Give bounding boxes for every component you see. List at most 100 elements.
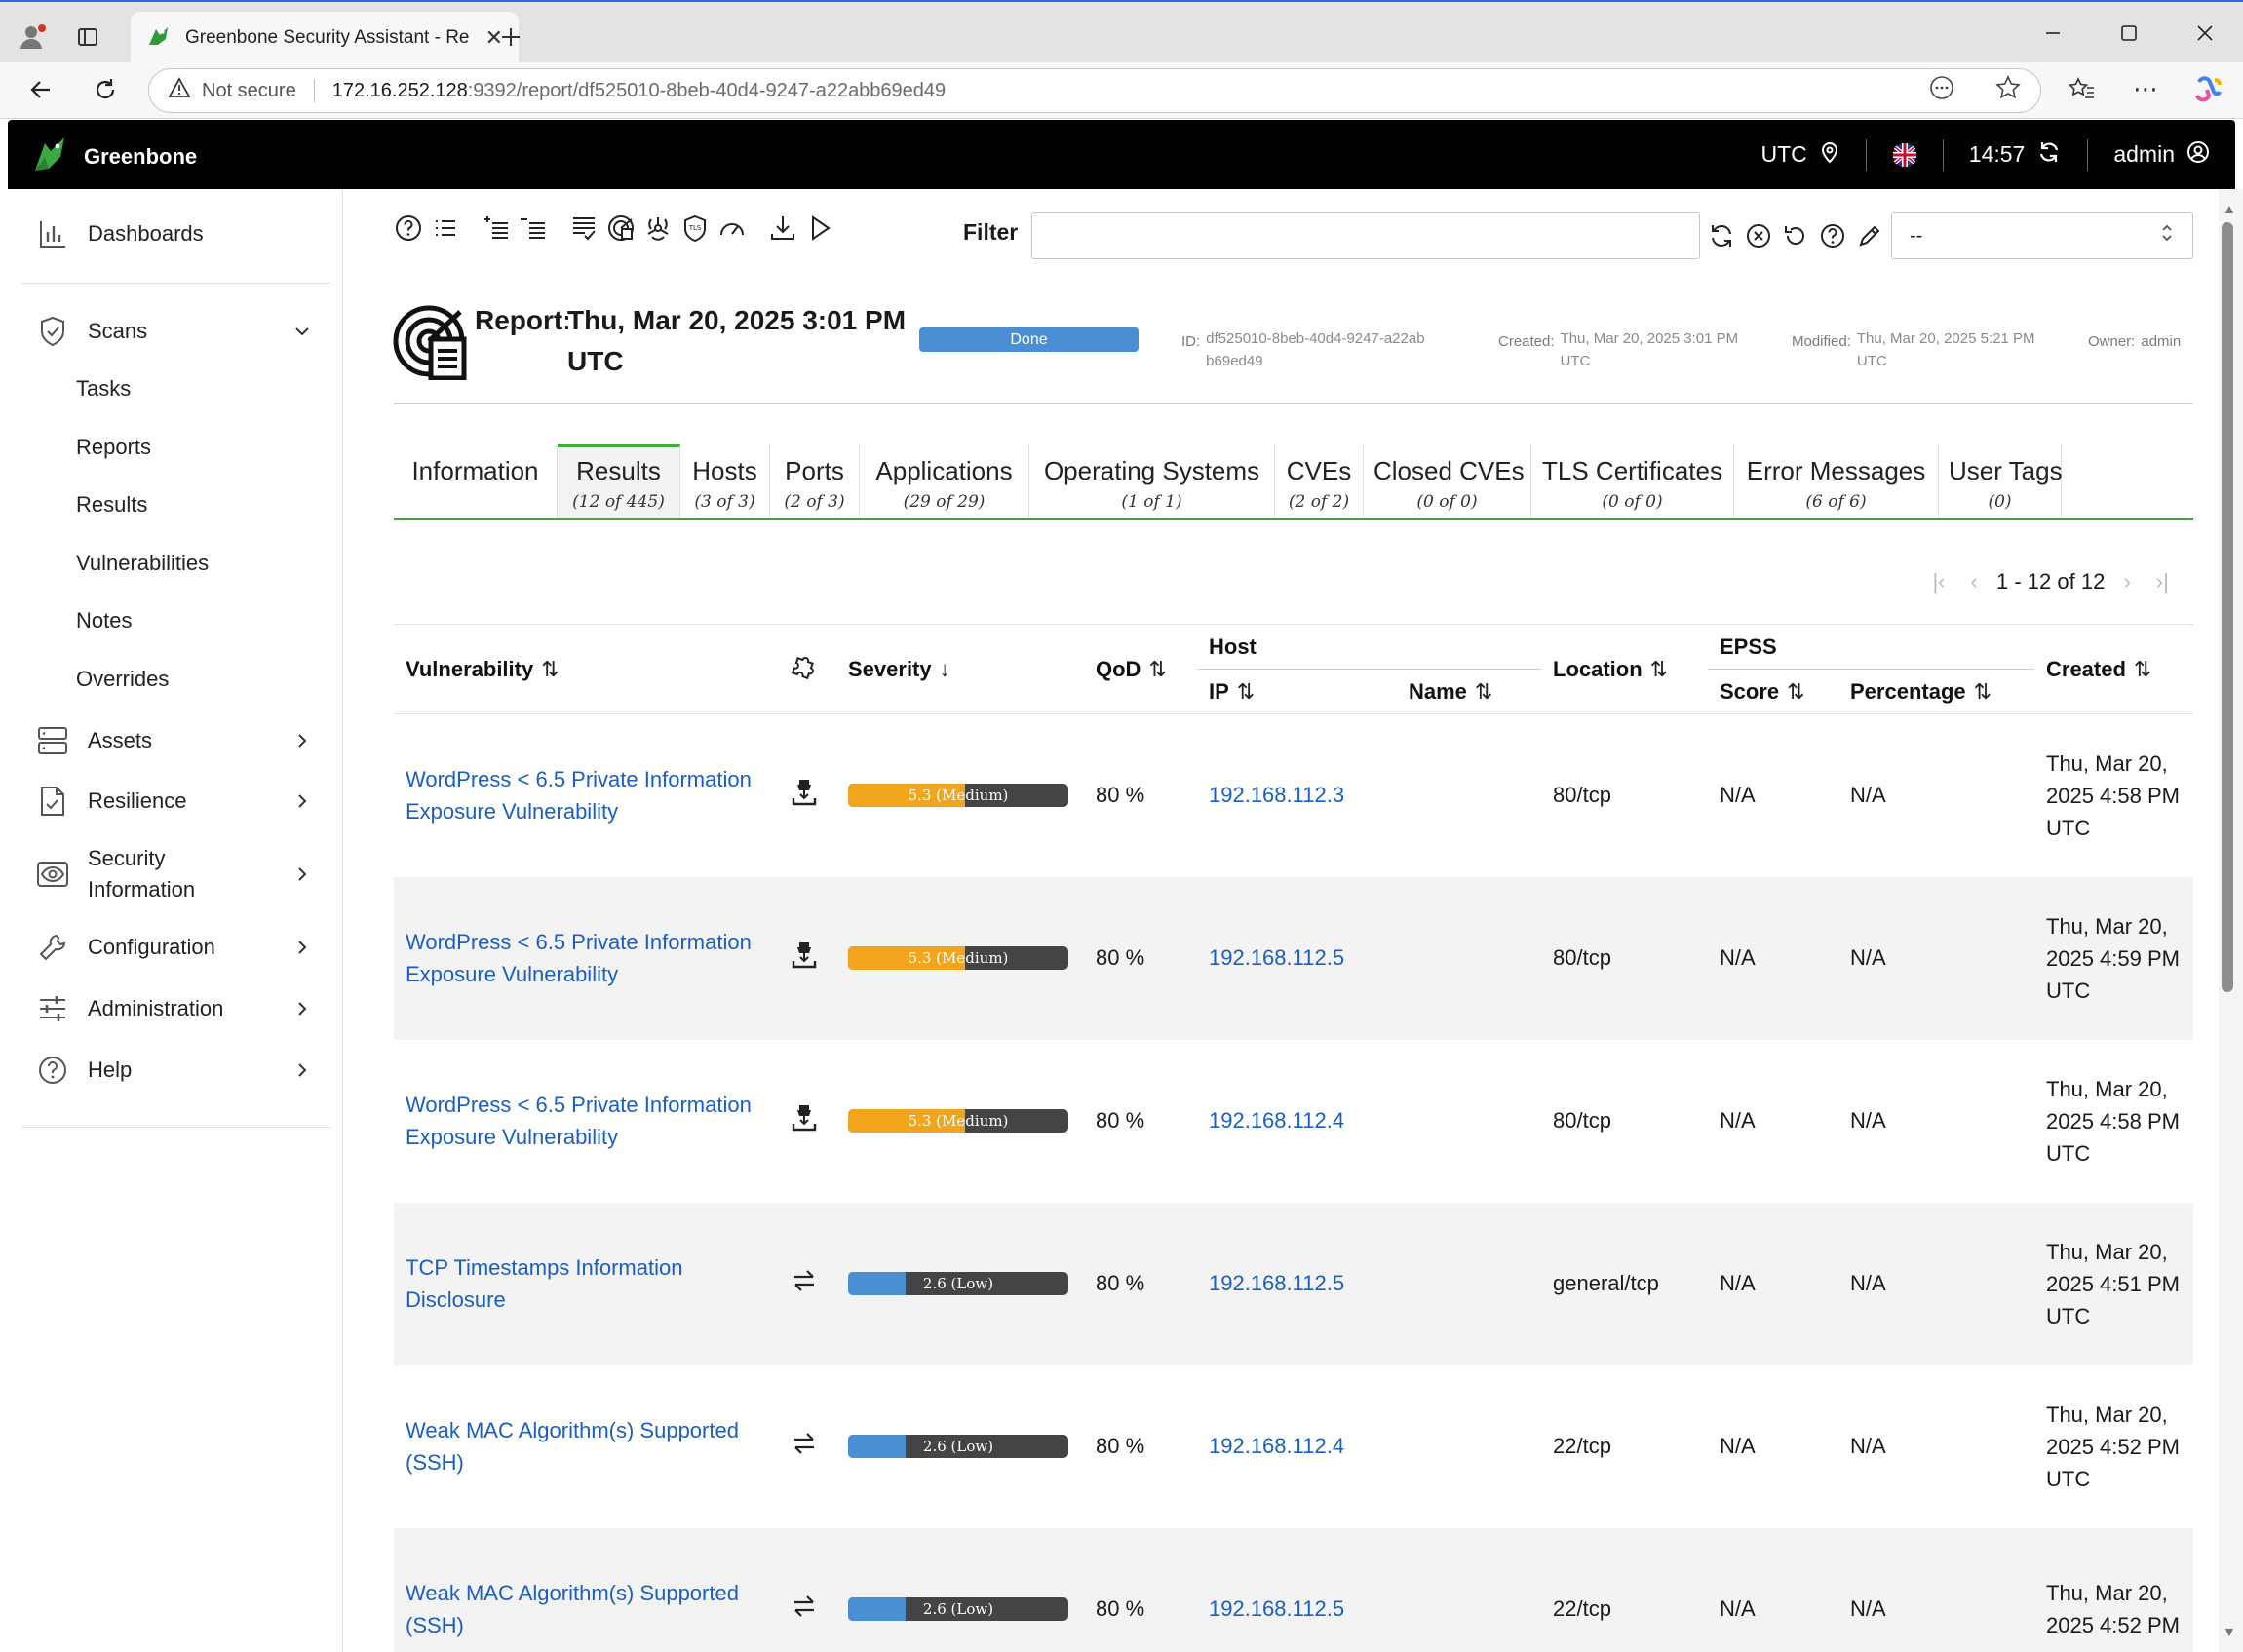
sort-icon[interactable]: ⇅ bbox=[1974, 679, 1992, 704]
previous-page-icon[interactable]: ‹ bbox=[1961, 569, 1987, 595]
filter-select[interactable]: -- bbox=[1891, 212, 2193, 259]
update-filter-icon[interactable] bbox=[1704, 216, 1739, 255]
brand[interactable]: Greenbone bbox=[31, 134, 197, 180]
column-header-solution-type[interactable] bbox=[778, 625, 836, 714]
sidebar-item-results[interactable]: Results bbox=[76, 492, 147, 518]
first-page-icon[interactable]: |‹ bbox=[1926, 569, 1952, 595]
favorites-icon[interactable] bbox=[2068, 76, 2096, 108]
language-flag-icon[interactable] bbox=[1892, 142, 1917, 168]
filter-input[interactable] bbox=[1031, 212, 1700, 259]
tab-information[interactable]: Information bbox=[394, 444, 558, 518]
sort-icon[interactable]: ⇅ bbox=[1475, 679, 1492, 704]
vulnerability-link[interactable]: WordPress < 6.5 Private Information Expo… bbox=[406, 1093, 752, 1149]
column-header-epss-percentage[interactable]: Percentage ⇅ bbox=[1838, 670, 2034, 714]
table-row[interactable]: TCP Timestamps Information Disclosure 2.… bbox=[394, 1202, 2193, 1365]
column-header-ip[interactable]: IP ⇅ bbox=[1197, 670, 1397, 714]
filter-help-icon[interactable] bbox=[1815, 216, 1850, 255]
not-secure-label[interactable]: Not secure bbox=[202, 80, 296, 102]
minimize-icon[interactable] bbox=[2015, 12, 2091, 55]
tab-user-tags[interactable]: User Tags (0) bbox=[1939, 444, 2063, 518]
sort-icon[interactable]: ⇅ bbox=[541, 657, 559, 681]
vulnerability-icon[interactable] bbox=[639, 210, 677, 247]
sort-icon[interactable]: ⇅ bbox=[2134, 657, 2151, 681]
sidebar-item-administration[interactable]: Administration bbox=[0, 989, 331, 1028]
sidebar-item-overrides[interactable]: Overrides bbox=[76, 667, 169, 692]
favorite-star-icon[interactable] bbox=[1995, 75, 2021, 106]
help-icon[interactable] bbox=[390, 210, 427, 247]
trigger-alert-icon[interactable] bbox=[801, 210, 838, 247]
tab-tls-certificates[interactable]: TLS Certificates (0 of 0) bbox=[1531, 444, 1734, 518]
tab-cves[interactable]: CVEs (2 of 2) bbox=[1275, 444, 1364, 518]
list-icon[interactable] bbox=[427, 210, 464, 247]
table-row[interactable]: WordPress < 6.5 Private Information Expo… bbox=[394, 1040, 2193, 1203]
sort-icon[interactable]: ⇅ bbox=[1148, 657, 1166, 681]
new-tab-icon[interactable] bbox=[493, 19, 528, 55]
download-icon[interactable] bbox=[764, 210, 801, 247]
scroll-up-icon[interactable]: ▲ bbox=[2223, 201, 2236, 216]
scrollbar[interactable]: ▲ ▼ bbox=[2219, 189, 2243, 1652]
warning-icon[interactable] bbox=[168, 77, 191, 104]
sort-icon[interactable]: ⇅ bbox=[1787, 679, 1804, 704]
vulnerability-link[interactable]: WordPress < 6.5 Private Information Expo… bbox=[406, 767, 752, 824]
column-header-vulnerability[interactable]: Vulnerability ⇅ bbox=[394, 625, 778, 714]
browser-tab[interactable]: Greenbone Security Assistant - Re ✕ bbox=[131, 12, 519, 64]
host-ip-link[interactable]: 192.168.112.4 bbox=[1209, 1108, 1344, 1133]
host-ip-link[interactable]: 192.168.112.3 bbox=[1209, 783, 1344, 807]
vulnerability-link[interactable]: Weak MAC Algorithm(s) Supported (SSH) bbox=[406, 1581, 739, 1637]
maximize-icon[interactable] bbox=[2091, 12, 2167, 55]
table-row[interactable]: WordPress < 6.5 Private Information Expo… bbox=[394, 876, 2193, 1040]
sort-icon[interactable]: ⇅ bbox=[1650, 657, 1668, 681]
column-header-epss-score[interactable]: Score ⇅ bbox=[1708, 670, 1838, 714]
scrollbar-thumb[interactable] bbox=[2222, 222, 2233, 992]
performance-icon[interactable] bbox=[714, 210, 751, 247]
tab-hosts[interactable]: Hosts (3 of 3) bbox=[680, 444, 770, 518]
sidebar-item-reports[interactable]: Reports bbox=[76, 435, 151, 460]
refresh-interval[interactable]: 14:57 bbox=[1969, 139, 2063, 171]
vulnerability-link[interactable]: WordPress < 6.5 Private Information Expo… bbox=[406, 930, 752, 986]
sidebar-item-tasks[interactable]: Tasks bbox=[76, 376, 131, 402]
sidebar-item-scans[interactable]: Scans bbox=[0, 312, 331, 351]
column-header-qod[interactable]: QoD ⇅ bbox=[1084, 625, 1197, 714]
more-icon[interactable]: ⋯ bbox=[2133, 74, 2158, 104]
vulnerability-link[interactable]: TCP Timestamps Information Disclosure bbox=[406, 1255, 682, 1312]
tab-error-messages[interactable]: Error Messages (6 of 6) bbox=[1734, 444, 1939, 518]
table-row[interactable]: Weak MAC Algorithm(s) Supported (SSH) 2.… bbox=[394, 1365, 2193, 1528]
last-page-icon[interactable]: ›| bbox=[2149, 569, 2175, 595]
reload-icon[interactable] bbox=[88, 72, 123, 107]
tab-closed-cves[interactable]: Closed CVEs (0 of 0) bbox=[1364, 444, 1531, 518]
remove-from-assets-icon[interactable] bbox=[515, 210, 552, 247]
sidebar-item-help[interactable]: Help bbox=[0, 1051, 331, 1090]
result-icon[interactable] bbox=[602, 210, 639, 247]
tab-ports[interactable]: Ports (2 of 3) bbox=[770, 444, 860, 518]
sidebar-item-assets[interactable]: Assets bbox=[0, 721, 331, 760]
sidebar-item-configuration[interactable]: Configuration bbox=[0, 928, 331, 967]
tab-actions-icon[interactable] bbox=[70, 19, 105, 55]
host-ip-link[interactable]: 192.168.112.5 bbox=[1209, 945, 1344, 970]
table-row[interactable]: WordPress < 6.5 Private Information Expo… bbox=[394, 714, 2193, 877]
sidebar-item-notes[interactable]: Notes bbox=[76, 608, 132, 634]
back-icon[interactable] bbox=[23, 72, 58, 107]
tls-certificate-icon[interactable]: TLS bbox=[677, 210, 714, 247]
url-input[interactable]: Not secure 172.16.252.128:9392/report/df… bbox=[148, 68, 2041, 113]
sidebar-item-resilience[interactable]: Resilience bbox=[0, 782, 331, 821]
vulnerability-link[interactable]: Weak MAC Algorithm(s) Supported (SSH) bbox=[406, 1418, 739, 1475]
tab-applications[interactable]: Applications (29 of 29) bbox=[860, 444, 1029, 518]
column-header-name[interactable]: Name ⇅ bbox=[1397, 670, 1541, 714]
sort-icon[interactable]: ⇅ bbox=[1237, 679, 1255, 704]
tab-operating-systems[interactable]: Operating Systems (1 of 1) bbox=[1029, 444, 1275, 518]
next-page-icon[interactable]: › bbox=[2114, 569, 2140, 595]
auto-refresh-icon[interactable] bbox=[2036, 139, 2062, 171]
column-header-severity[interactable]: Severity ↓ bbox=[836, 625, 1084, 714]
table-row[interactable]: Weak MAC Algorithm(s) Supported (SSH) 2.… bbox=[394, 1527, 2193, 1652]
page-options-icon[interactable] bbox=[1929, 75, 1954, 106]
host-ip-link[interactable]: 192.168.112.5 bbox=[1209, 1271, 1344, 1295]
sort-desc-icon[interactable]: ↓ bbox=[940, 657, 950, 681]
sidebar-item-security-information[interactable]: Security Information bbox=[0, 840, 331, 908]
timezone[interactable]: UTC bbox=[1761, 140, 1840, 170]
column-header-location[interactable]: Location ⇅ bbox=[1541, 625, 1708, 714]
tab-results[interactable]: Results (12 of 445) bbox=[558, 444, 680, 518]
reset-filter-icon[interactable] bbox=[1778, 216, 1813, 255]
host-ip-link[interactable]: 192.168.112.4 bbox=[1209, 1434, 1344, 1458]
scroll-down-icon[interactable]: ▼ bbox=[2223, 1624, 2236, 1639]
remove-filter-icon[interactable] bbox=[1741, 216, 1776, 255]
